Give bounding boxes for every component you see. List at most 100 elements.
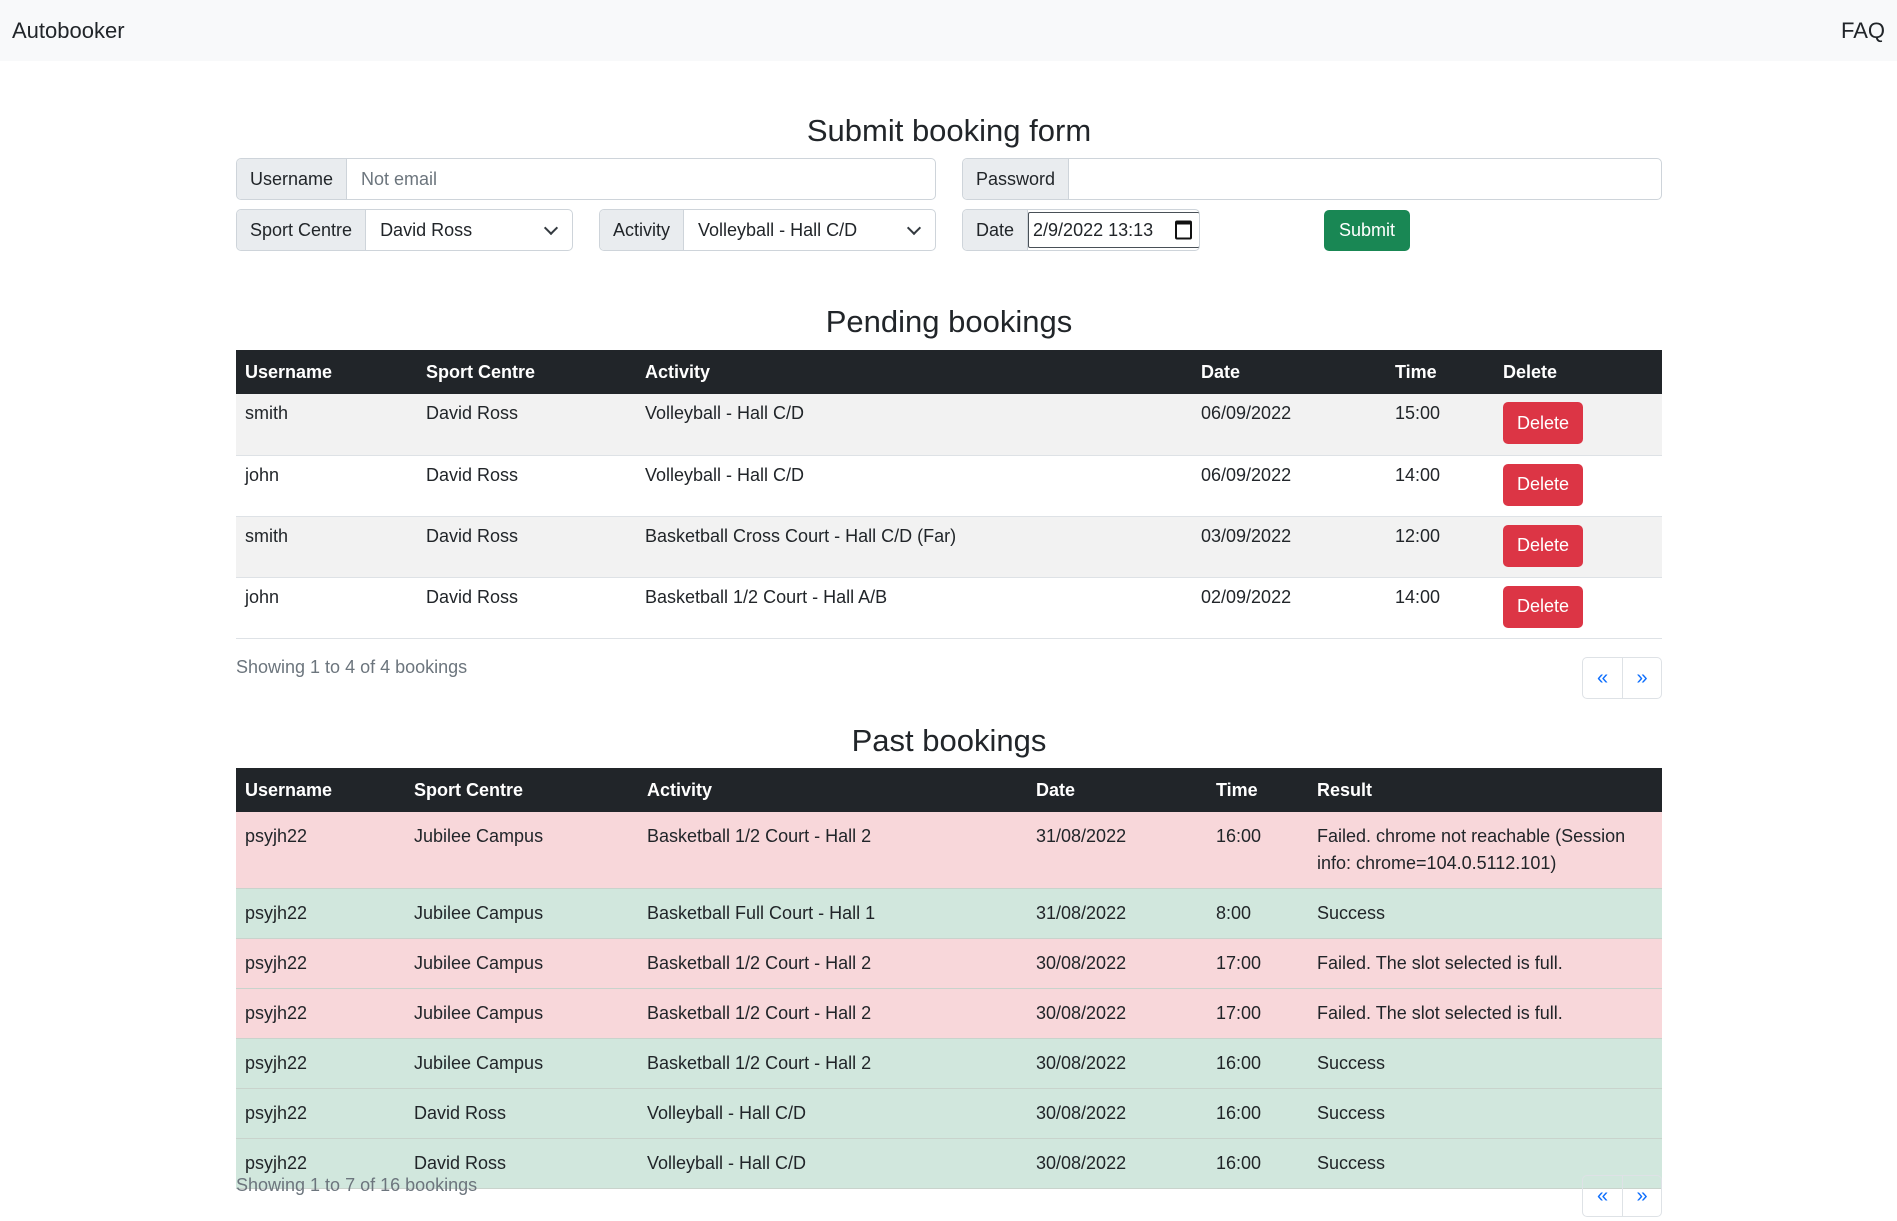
cell-activity: Basketball 1/2 Court - Hall 2 [638, 812, 1027, 889]
cell-username: john [236, 577, 417, 639]
cell-date: 06/09/2022 [1192, 455, 1386, 517]
cell-time: 16:00 [1207, 1088, 1308, 1139]
cell-username: psyjh22 [236, 888, 405, 939]
table-row: john David Ross Volleyball - Hall C/D 06… [236, 455, 1662, 517]
cell-username: psyjh22 [236, 988, 405, 1039]
past-header-date[interactable]: Date [1027, 768, 1207, 812]
past-showing-text: Showing 1 to 7 of 16 bookings [236, 1175, 478, 1195]
cell-result: Success [1308, 1088, 1662, 1139]
sport-centre-value: David Ross [380, 219, 473, 240]
cell-date: 30/08/2022 [1027, 938, 1207, 989]
cell-username: psyjh22 [236, 1088, 405, 1139]
form-title: Submit booking form [806, 113, 1092, 148]
delete-button[interactable]: Delete [1503, 402, 1583, 444]
pending-header-centre[interactable]: Sport Centre [417, 350, 636, 394]
pending-next-page-button[interactable]: » [1622, 658, 1661, 698]
activity-group: Activity Volleyball - Hall C/D [599, 209, 936, 251]
pending-table-wrapper: Username Sport Centre Activity Date Time… [236, 350, 1662, 639]
calendar-icon[interactable] [1175, 220, 1193, 240]
table-row: john David Ross Basketball 1/2 Court - H… [236, 577, 1662, 639]
activity-select[interactable]: Volleyball - Hall C/D [684, 210, 935, 250]
cell-activity: Basketball Full Court - Hall 1 [638, 888, 1027, 939]
pending-header-activity[interactable]: Activity [636, 350, 1192, 394]
brand-title[interactable]: Autobooker [12, 18, 125, 44]
cell-centre: Jubilee Campus [405, 1038, 638, 1089]
cell-username: psyjh22 [236, 812, 405, 889]
activity-value: Volleyball - Hall C/D [698, 219, 858, 240]
username-input[interactable]: Not email [347, 159, 935, 199]
cell-activity: Volleyball - Hall C/D [636, 455, 1192, 517]
cell-delete: Delete [1494, 516, 1662, 578]
table-row: smith David Ross Volleyball - Hall C/D 0… [236, 394, 1662, 456]
cell-centre: David Ross [417, 577, 636, 639]
past-table: Username Sport Centre Activity Date Time… [236, 768, 1662, 1189]
cell-date: 02/09/2022 [1192, 577, 1386, 639]
pending-header-time[interactable]: Time [1386, 350, 1494, 394]
pending-header-username[interactable]: Username [236, 350, 417, 394]
cell-username: smith [236, 394, 417, 456]
chevron-down-icon [543, 220, 559, 236]
past-table-wrapper: Username Sport Centre Activity Date Time… [236, 768, 1662, 1189]
delete-button[interactable]: Delete [1503, 463, 1583, 506]
cell-activity: Volleyball - Hall C/D [638, 1088, 1027, 1139]
table-row: psyjh22 Jubilee Campus Basketball Full C… [236, 888, 1662, 939]
past-header-result[interactable]: Result [1308, 768, 1662, 812]
sport-centre-group: Sport Centre David Ross [236, 209, 573, 251]
pending-pagination: « » [1582, 657, 1662, 699]
cell-result: Failed. The slot selected is full. [1308, 938, 1662, 989]
date-label: Date [963, 210, 1029, 250]
cell-activity: Basketball 1/2 Court - Hall 2 [638, 938, 1027, 989]
cell-centre: David Ross [417, 455, 636, 517]
password-label: Password [963, 159, 1070, 199]
cell-result: Failed. The slot selected is full. [1308, 988, 1662, 1039]
cell-time: 16:00 [1207, 812, 1308, 889]
cell-centre: Jubilee Campus [405, 938, 638, 989]
delete-button[interactable]: Delete [1503, 524, 1583, 567]
delete-button[interactable]: Delete [1503, 585, 1583, 628]
past-footer: Showing 1 to 7 of 16 bookings « » [236, 1175, 1662, 1217]
cell-time: 14:00 [1386, 577, 1494, 639]
past-title: Past bookings [851, 723, 1047, 758]
date-value: 2/9/2022 13:13 [1033, 219, 1154, 240]
past-header-time[interactable]: Time [1207, 768, 1308, 812]
pending-title: Pending bookings [825, 304, 1073, 339]
cell-time: 14:00 [1386, 455, 1494, 517]
sport-centre-select[interactable]: David Ross [366, 210, 572, 250]
navbar: Autobooker FAQ [0, 0, 1897, 61]
cell-delete: Delete [1494, 394, 1662, 456]
cell-date: 31/08/2022 [1027, 888, 1207, 939]
table-row: psyjh22 Jubilee Campus Basketball 1/2 Co… [236, 938, 1662, 989]
cell-delete: Delete [1494, 455, 1662, 517]
past-header-centre[interactable]: Sport Centre [405, 768, 638, 812]
password-input[interactable] [1069, 159, 1661, 199]
past-prev-page-button[interactable]: « [1583, 1176, 1622, 1216]
faq-link[interactable]: FAQ [1841, 18, 1885, 44]
past-header-username[interactable]: Username [236, 768, 405, 812]
cell-date: 31/08/2022 [1027, 812, 1207, 889]
past-pagination: « » [1582, 1175, 1662, 1217]
pending-table: Username Sport Centre Activity Date Time… [236, 350, 1662, 639]
cell-username: psyjh22 [236, 938, 405, 989]
cell-time: 17:00 [1207, 938, 1308, 989]
pending-footer: Showing 1 to 4 of 4 bookings « » [236, 657, 1662, 699]
cell-activity: Basketball 1/2 Court - Hall A/B [636, 577, 1192, 639]
past-header-activity[interactable]: Activity [638, 768, 1027, 812]
username-label: Username [237, 159, 348, 199]
date-input[interactable]: 2/9/2022 13:13 [1028, 212, 1199, 248]
cell-centre: Jubilee Campus [405, 888, 638, 939]
cell-result: Failed. chrome not reachable (Session in… [1308, 812, 1662, 889]
pending-prev-page-button[interactable]: « [1583, 658, 1622, 698]
cell-delete: Delete [1494, 577, 1662, 639]
cell-centre: David Ross [405, 1088, 638, 1139]
cell-date: 30/08/2022 [1027, 988, 1207, 1039]
cell-activity: Basketball Cross Court - Hall C/D (Far) [636, 516, 1192, 578]
past-next-page-button[interactable]: » [1622, 1176, 1661, 1216]
pending-header-date[interactable]: Date [1192, 350, 1386, 394]
cell-time: 16:00 [1207, 1038, 1308, 1089]
submit-button[interactable]: Submit [1324, 210, 1410, 251]
cell-centre: David Ross [417, 394, 636, 456]
table-row: psyjh22 David Ross Volleyball - Hall C/D… [236, 1088, 1662, 1139]
cell-date: 06/09/2022 [1192, 394, 1386, 456]
cell-result: Success [1308, 888, 1662, 939]
cell-date: 30/08/2022 [1027, 1038, 1207, 1089]
